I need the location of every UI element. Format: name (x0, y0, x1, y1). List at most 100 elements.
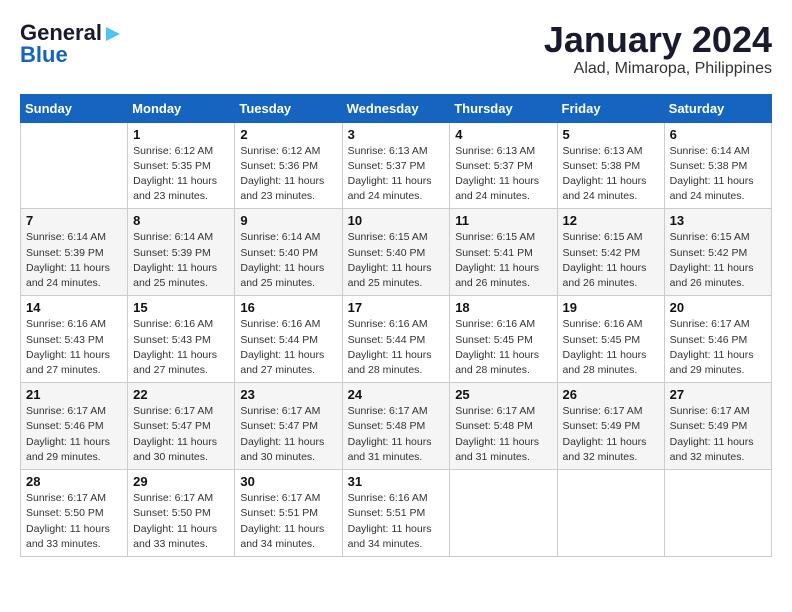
day-number: 30 (240, 474, 336, 489)
calendar-cell: 11Sunrise: 6:15 AM Sunset: 5:41 PM Dayli… (450, 209, 557, 296)
day-number: 24 (348, 387, 445, 402)
calendar-cell: 25 Sunrise: 6:17 AM Sunset: 5:48 PM Dayli… (450, 383, 557, 470)
day-number: 22 (133, 387, 229, 402)
calendar-cell: 21 Sunrise: 6:17 AM Sunset: 5:46 PM Dayli… (21, 383, 128, 470)
day-number: 20 (670, 300, 766, 315)
day-number: 9 (240, 213, 336, 228)
calendar-cell: 16Sunrise: 6:16 AM Sunset: 5:44 PM Dayli… (235, 296, 342, 383)
weekday-header: Sunday (21, 94, 128, 122)
day-number: 14 (26, 300, 122, 315)
day-number: 19 (563, 300, 659, 315)
calendar-cell: 27Sunrise: 6:17 AM Sunset: 5:49 PM Dayli… (664, 383, 771, 470)
day-info: Sunrise: 6:14 AM Sunset: 5:39 PM Dayligh… (26, 230, 122, 291)
day-info: Sunrise: 6:13 AM Sunset: 5:38 PM Dayligh… (563, 144, 659, 205)
logo-blue: Blue (20, 42, 68, 68)
day-number: 29 (133, 474, 229, 489)
calendar-table: SundayMondayTuesdayWednesdayThursdayFrid… (20, 94, 772, 557)
day-number: 5 (563, 127, 659, 142)
day-info: Sunrise: 6:17 AM Sunset: 5:50 PM Dayligh… (133, 491, 229, 552)
day-number: 6 (670, 127, 766, 142)
day-info: Sunrise: 6:17 AM Sunset: 5:46 PM Dayligh… (670, 317, 766, 378)
calendar-week-row: 21 Sunrise: 6:17 AM Sunset: 5:46 PM Dayli… (21, 383, 772, 470)
day-info: Sunrise: 6:17 AM Sunset: 5:48 PM Dayligh… (348, 404, 445, 465)
day-number: 1 (133, 127, 229, 142)
day-info: Sunrise: 6:12 AM Sunset: 5:36 PM Dayligh… (240, 144, 336, 205)
day-number: 25 (455, 387, 551, 402)
calendar-cell: 10 Sunrise: 6:15 AM Sunset: 5:40 PM Dayli… (342, 209, 450, 296)
calendar-week-row: 7 Sunrise: 6:14 AM Sunset: 5:39 PM Daylig… (21, 209, 772, 296)
day-info: Sunrise: 6:16 AM Sunset: 5:45 PM Dayligh… (455, 317, 551, 378)
calendar-cell: 5 Sunrise: 6:13 AM Sunset: 5:38 PM Daylig… (557, 122, 664, 209)
calendar-cell: 31 Sunrise: 6:16 AM Sunset: 5:51 PM Dayli… (342, 470, 450, 557)
calendar-cell: 28 Sunrise: 6:17 AM Sunset: 5:50 PM Dayli… (21, 470, 128, 557)
day-number: 12 (563, 213, 659, 228)
day-number: 17 (348, 300, 445, 315)
logo: General Blue (20, 20, 122, 68)
day-number: 27 (670, 387, 766, 402)
day-number: 11 (455, 213, 551, 228)
day-number: 16 (240, 300, 336, 315)
calendar-cell: 18 Sunrise: 6:16 AM Sunset: 5:45 PM Dayli… (450, 296, 557, 383)
calendar-week-row: 1 Sunrise: 6:12 AM Sunset: 5:35 PM Daylig… (21, 122, 772, 209)
calendar-cell: 9 Sunrise: 6:14 AM Sunset: 5:40 PM Daylig… (235, 209, 342, 296)
day-info: Sunrise: 6:14 AM Sunset: 5:38 PM Dayligh… (670, 144, 766, 205)
day-number: 18 (455, 300, 551, 315)
calendar-cell: 15Sunrise: 6:16 AM Sunset: 5:43 PM Dayli… (128, 296, 235, 383)
calendar-cell: 23 Sunrise: 6:17 AM Sunset: 5:47 PM Dayli… (235, 383, 342, 470)
calendar-cell: 20 Sunrise: 6:17 AM Sunset: 5:46 PM Dayli… (664, 296, 771, 383)
day-number: 13 (670, 213, 766, 228)
weekday-header: Monday (128, 94, 235, 122)
calendar-cell: 26 Sunrise: 6:17 AM Sunset: 5:49 PM Dayli… (557, 383, 664, 470)
calendar-cell: 24 Sunrise: 6:17 AM Sunset: 5:48 PM Dayli… (342, 383, 450, 470)
calendar-cell: 6 Sunrise: 6:14 AM Sunset: 5:38 PM Daylig… (664, 122, 771, 209)
day-number: 28 (26, 474, 122, 489)
logo-arrow-icon (104, 25, 122, 43)
page-header: General Blue January 2024 Alad, Mimaropa… (20, 20, 772, 78)
calendar-cell: 19 Sunrise: 6:16 AM Sunset: 5:45 PM Dayli… (557, 296, 664, 383)
calendar-week-row: 14Sunrise: 6:16 AM Sunset: 5:43 PM Dayli… (21, 296, 772, 383)
day-number: 2 (240, 127, 336, 142)
day-number: 26 (563, 387, 659, 402)
day-info: Sunrise: 6:13 AM Sunset: 5:37 PM Dayligh… (348, 144, 445, 205)
day-number: 7 (26, 213, 122, 228)
day-info: Sunrise: 6:17 AM Sunset: 5:49 PM Dayligh… (563, 404, 659, 465)
weekday-header: Wednesday (342, 94, 450, 122)
day-info: Sunrise: 6:15 AM Sunset: 5:42 PM Dayligh… (563, 230, 659, 291)
weekday-header-row: SundayMondayTuesdayWednesdayThursdayFrid… (21, 94, 772, 122)
day-info: Sunrise: 6:17 AM Sunset: 5:48 PM Dayligh… (455, 404, 551, 465)
title-area: January 2024 Alad, Mimaropa, Philippines (544, 20, 772, 78)
day-info: Sunrise: 6:13 AM Sunset: 5:37 PM Dayligh… (455, 144, 551, 205)
calendar-cell: 4Sunrise: 6:13 AM Sunset: 5:37 PM Daylig… (450, 122, 557, 209)
calendar-cell: 13Sunrise: 6:15 AM Sunset: 5:42 PM Dayli… (664, 209, 771, 296)
weekday-header: Friday (557, 94, 664, 122)
calendar-cell: 3 Sunrise: 6:13 AM Sunset: 5:37 PM Daylig… (342, 122, 450, 209)
calendar-cell: 17Sunrise: 6:16 AM Sunset: 5:44 PM Dayli… (342, 296, 450, 383)
calendar-cell: 14Sunrise: 6:16 AM Sunset: 5:43 PM Dayli… (21, 296, 128, 383)
calendar-cell: 7 Sunrise: 6:14 AM Sunset: 5:39 PM Daylig… (21, 209, 128, 296)
day-info: Sunrise: 6:17 AM Sunset: 5:47 PM Dayligh… (240, 404, 336, 465)
calendar-cell (21, 122, 128, 209)
day-number: 31 (348, 474, 445, 489)
calendar-cell: 8Sunrise: 6:14 AM Sunset: 5:39 PM Daylig… (128, 209, 235, 296)
day-number: 15 (133, 300, 229, 315)
day-info: Sunrise: 6:14 AM Sunset: 5:40 PM Dayligh… (240, 230, 336, 291)
day-info: Sunrise: 6:16 AM Sunset: 5:45 PM Dayligh… (563, 317, 659, 378)
calendar-cell: 12 Sunrise: 6:15 AM Sunset: 5:42 PM Dayli… (557, 209, 664, 296)
day-info: Sunrise: 6:16 AM Sunset: 5:51 PM Dayligh… (348, 491, 445, 552)
calendar-week-row: 28 Sunrise: 6:17 AM Sunset: 5:50 PM Dayli… (21, 470, 772, 557)
month-title: January 2024 (544, 20, 772, 60)
day-number: 21 (26, 387, 122, 402)
day-number: 10 (348, 213, 445, 228)
calendar-cell (450, 470, 557, 557)
weekday-header: Thursday (450, 94, 557, 122)
day-number: 3 (348, 127, 445, 142)
day-number: 23 (240, 387, 336, 402)
calendar-cell: 1 Sunrise: 6:12 AM Sunset: 5:35 PM Daylig… (128, 122, 235, 209)
weekday-header: Tuesday (235, 94, 342, 122)
day-info: Sunrise: 6:15 AM Sunset: 5:40 PM Dayligh… (348, 230, 445, 291)
day-info: Sunrise: 6:17 AM Sunset: 5:50 PM Dayligh… (26, 491, 122, 552)
day-info: Sunrise: 6:17 AM Sunset: 5:46 PM Dayligh… (26, 404, 122, 465)
day-info: Sunrise: 6:17 AM Sunset: 5:47 PM Dayligh… (133, 404, 229, 465)
day-info: Sunrise: 6:14 AM Sunset: 5:39 PM Dayligh… (133, 230, 229, 291)
day-info: Sunrise: 6:12 AM Sunset: 5:35 PM Dayligh… (133, 144, 229, 205)
